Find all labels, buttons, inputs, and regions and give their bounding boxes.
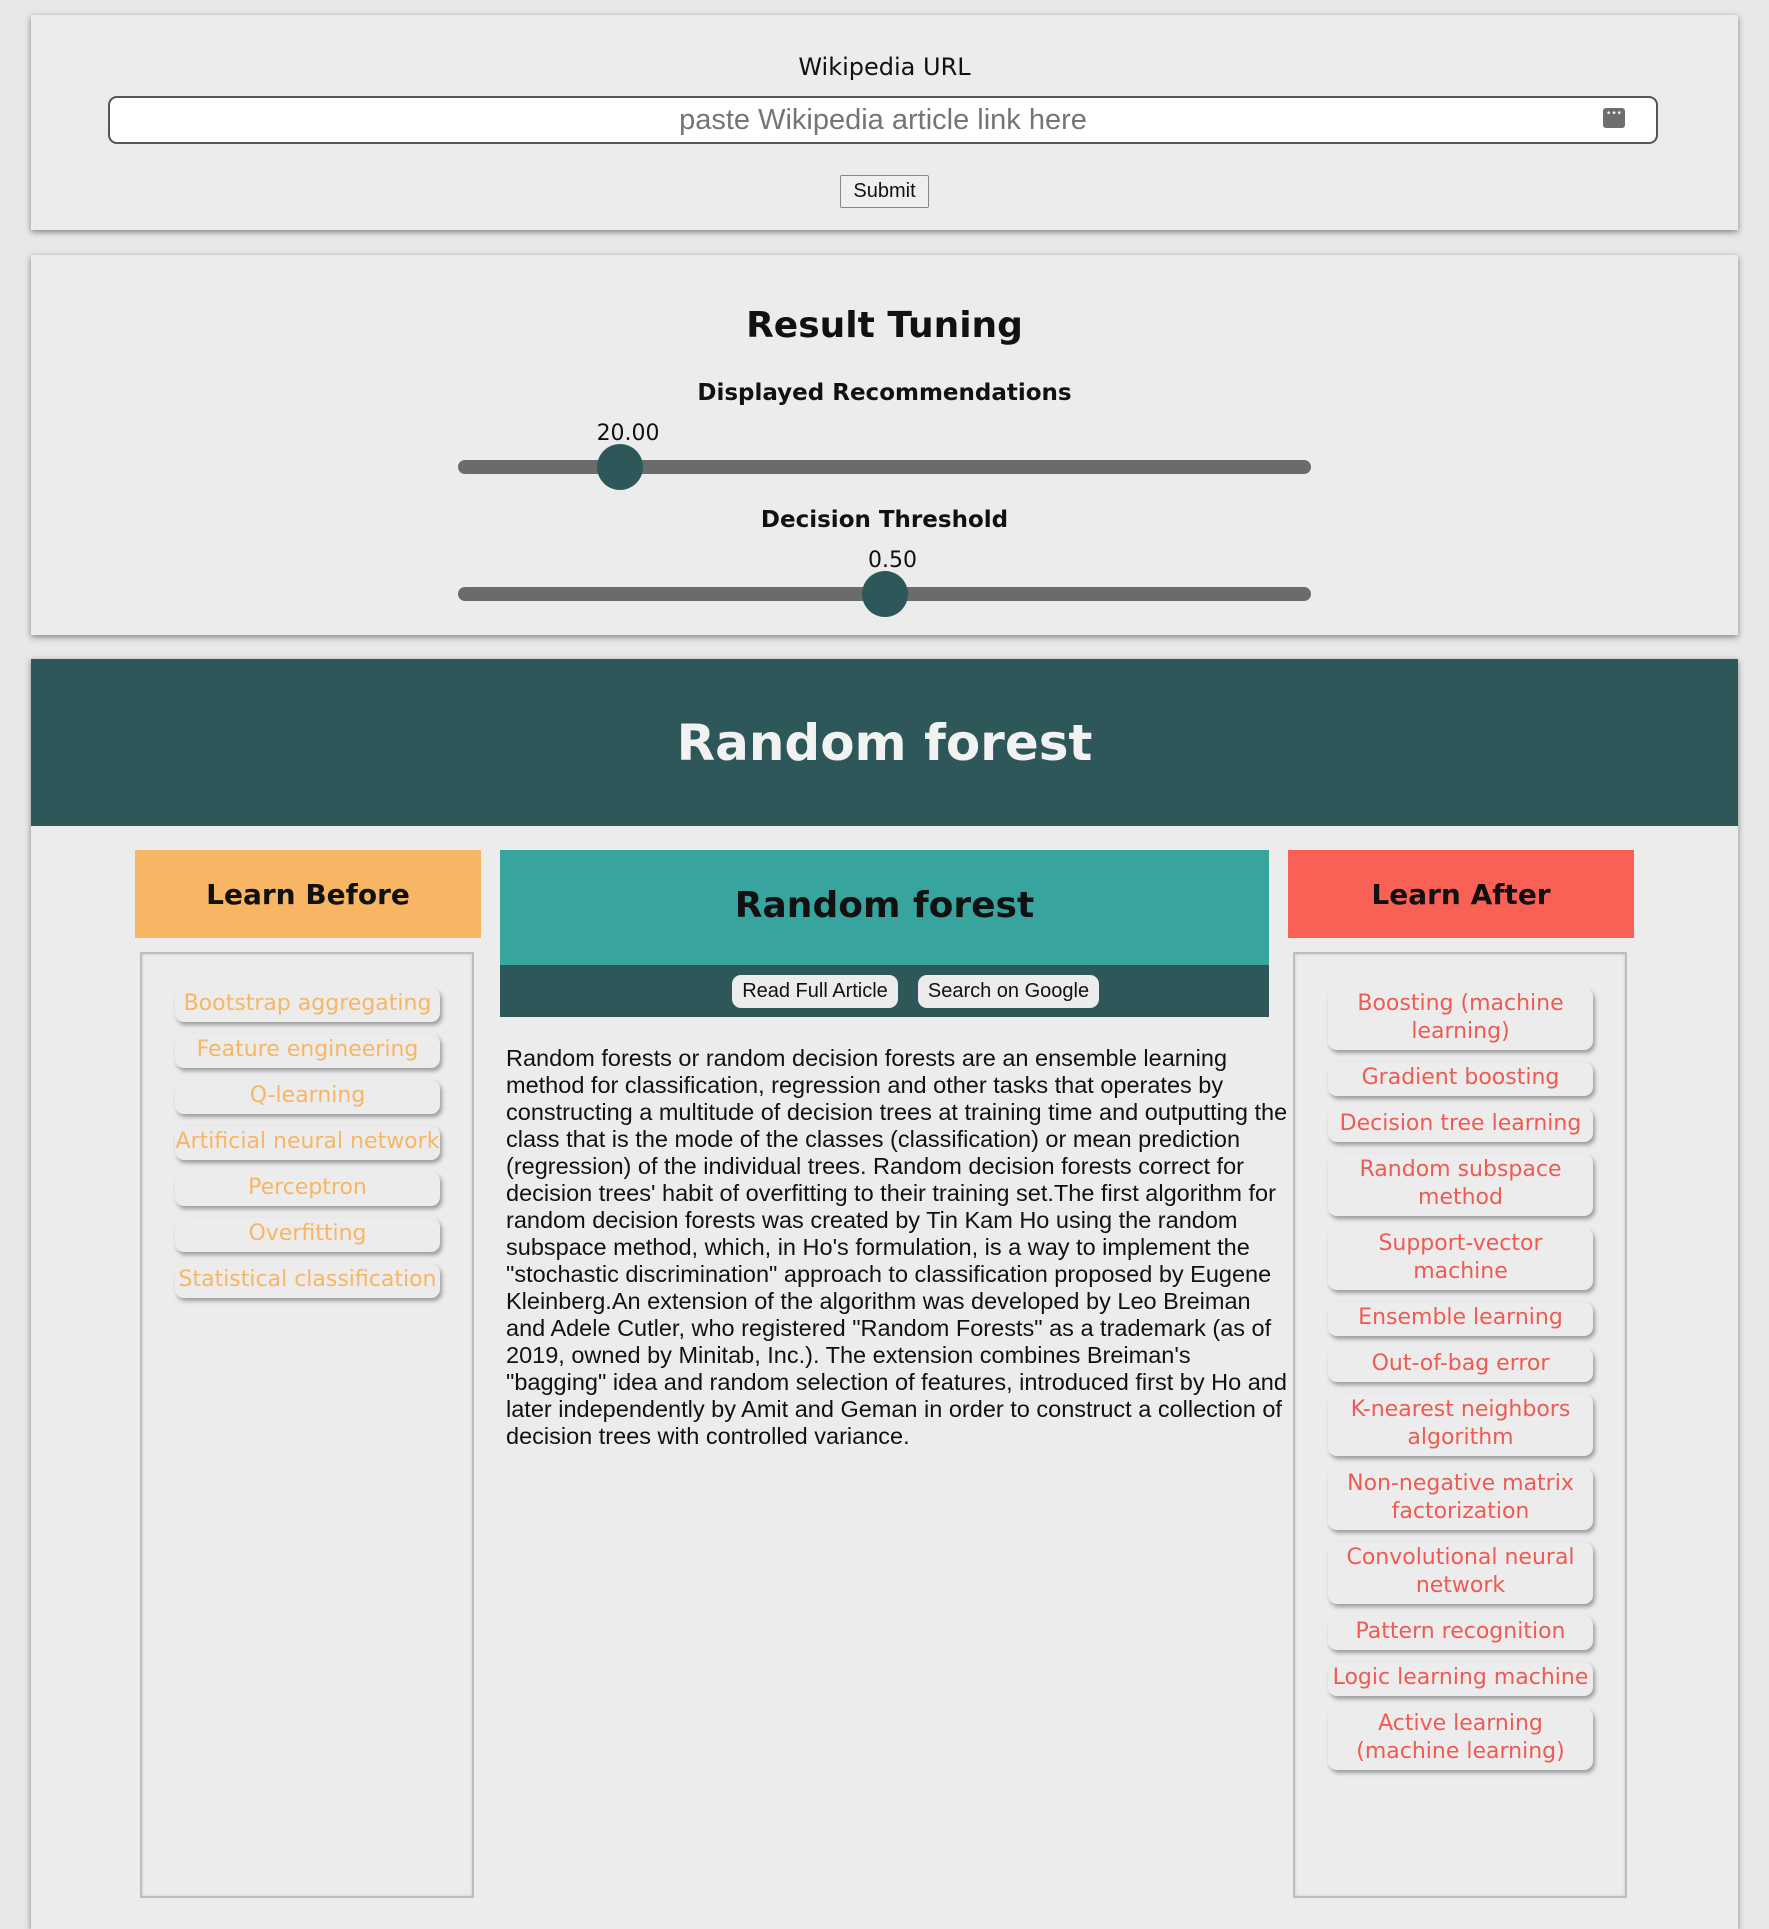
learn-after-list: Boosting (machine learning) Gradient boos… <box>1293 952 1627 1898</box>
learn-before-item[interactable]: Overfitting <box>175 1218 440 1252</box>
learn-before-items: Bootstrap aggregating Feature engineering… <box>175 988 440 1298</box>
result-header: Random forest <box>31 659 1738 826</box>
learn-before-item[interactable]: Perceptron <box>175 1172 440 1206</box>
learn-after-item[interactable]: Out-of-bag error <box>1328 1348 1593 1382</box>
learn-before-heading: Learn Before <box>135 850 481 938</box>
learn-before-item[interactable]: Bootstrap aggregating <box>175 988 440 1022</box>
threshold-label: Decision Threshold <box>760 507 1009 533</box>
learn-after-item[interactable]: Convolutional neural network <box>1328 1542 1593 1604</box>
article-title: Random forest <box>734 885 1035 926</box>
learn-after-item[interactable]: Logic learning machine <box>1328 1662 1593 1696</box>
url-input[interactable] <box>108 96 1658 144</box>
learn-after-item[interactable]: Random subspace method <box>1328 1154 1593 1216</box>
learn-before-item[interactable]: Feature engineering <box>175 1034 440 1068</box>
result-title: Random forest <box>676 714 1093 772</box>
article-summary: Random forests or random decision forest… <box>506 1045 1288 1449</box>
article-header: Random forest <box>500 850 1269 965</box>
learn-before-item[interactable]: Statistical classification <box>175 1264 440 1298</box>
url-form-card: Wikipedia URL Submit <box>31 15 1738 230</box>
learn-after-heading: Learn After <box>1288 850 1634 938</box>
recommendations-value: 20.00 <box>596 421 660 446</box>
threshold-slider[interactable] <box>458 571 1311 617</box>
learn-after-item[interactable]: Decision tree learning <box>1328 1108 1593 1142</box>
submit-button[interactable]: Submit <box>840 175 929 208</box>
recommendations-label: Displayed Recommendations <box>697 380 1072 406</box>
autofill-icon[interactable] <box>1603 108 1625 128</box>
learn-after-item[interactable]: Support-vector machine <box>1328 1228 1593 1290</box>
threshold-slider-thumb[interactable] <box>861 571 908 617</box>
search-on-google-button[interactable]: Search on Google <box>918 975 1099 1008</box>
learn-after-item[interactable]: Ensemble learning <box>1328 1302 1593 1336</box>
learn-after-item[interactable]: Gradient boosting <box>1328 1062 1593 1096</box>
learn-after-item[interactable]: Active learning (machine learning) <box>1328 1708 1593 1770</box>
result-tuning-card: Result Tuning Displayed Recommendations … <box>31 255 1738 635</box>
learn-before-item[interactable]: Q-learning <box>175 1080 440 1114</box>
learn-after-items: Boosting (machine learning) Gradient boos… <box>1328 988 1593 1770</box>
learn-after-item[interactable]: Pattern recognition <box>1328 1616 1593 1650</box>
learn-before-list: Bootstrap aggregating Feature engineering… <box>140 952 474 1898</box>
recommendations-slider[interactable] <box>458 444 1311 490</box>
url-label: Wikipedia URL <box>798 53 971 81</box>
result-card: Random forest Learn Before Bootstrap agg… <box>31 659 1738 1929</box>
tuning-title: Result Tuning <box>746 305 1023 346</box>
recommendations-slider-thumb[interactable] <box>597 444 644 490</box>
learn-after-item[interactable]: K-nearest neighbors algorithm <box>1328 1394 1593 1456</box>
read-full-article-button[interactable]: Read Full Article <box>732 975 898 1008</box>
learn-after-item[interactable]: Non-negative matrix factorization <box>1328 1468 1593 1530</box>
learn-after-item[interactable]: Boosting (machine learning) <box>1328 988 1593 1050</box>
learn-before-item[interactable]: Artificial neural network <box>175 1126 440 1160</box>
article-actions-bar: Read Full Article Search on Google <box>500 965 1269 1017</box>
threshold-value: 0.50 <box>868 548 917 573</box>
